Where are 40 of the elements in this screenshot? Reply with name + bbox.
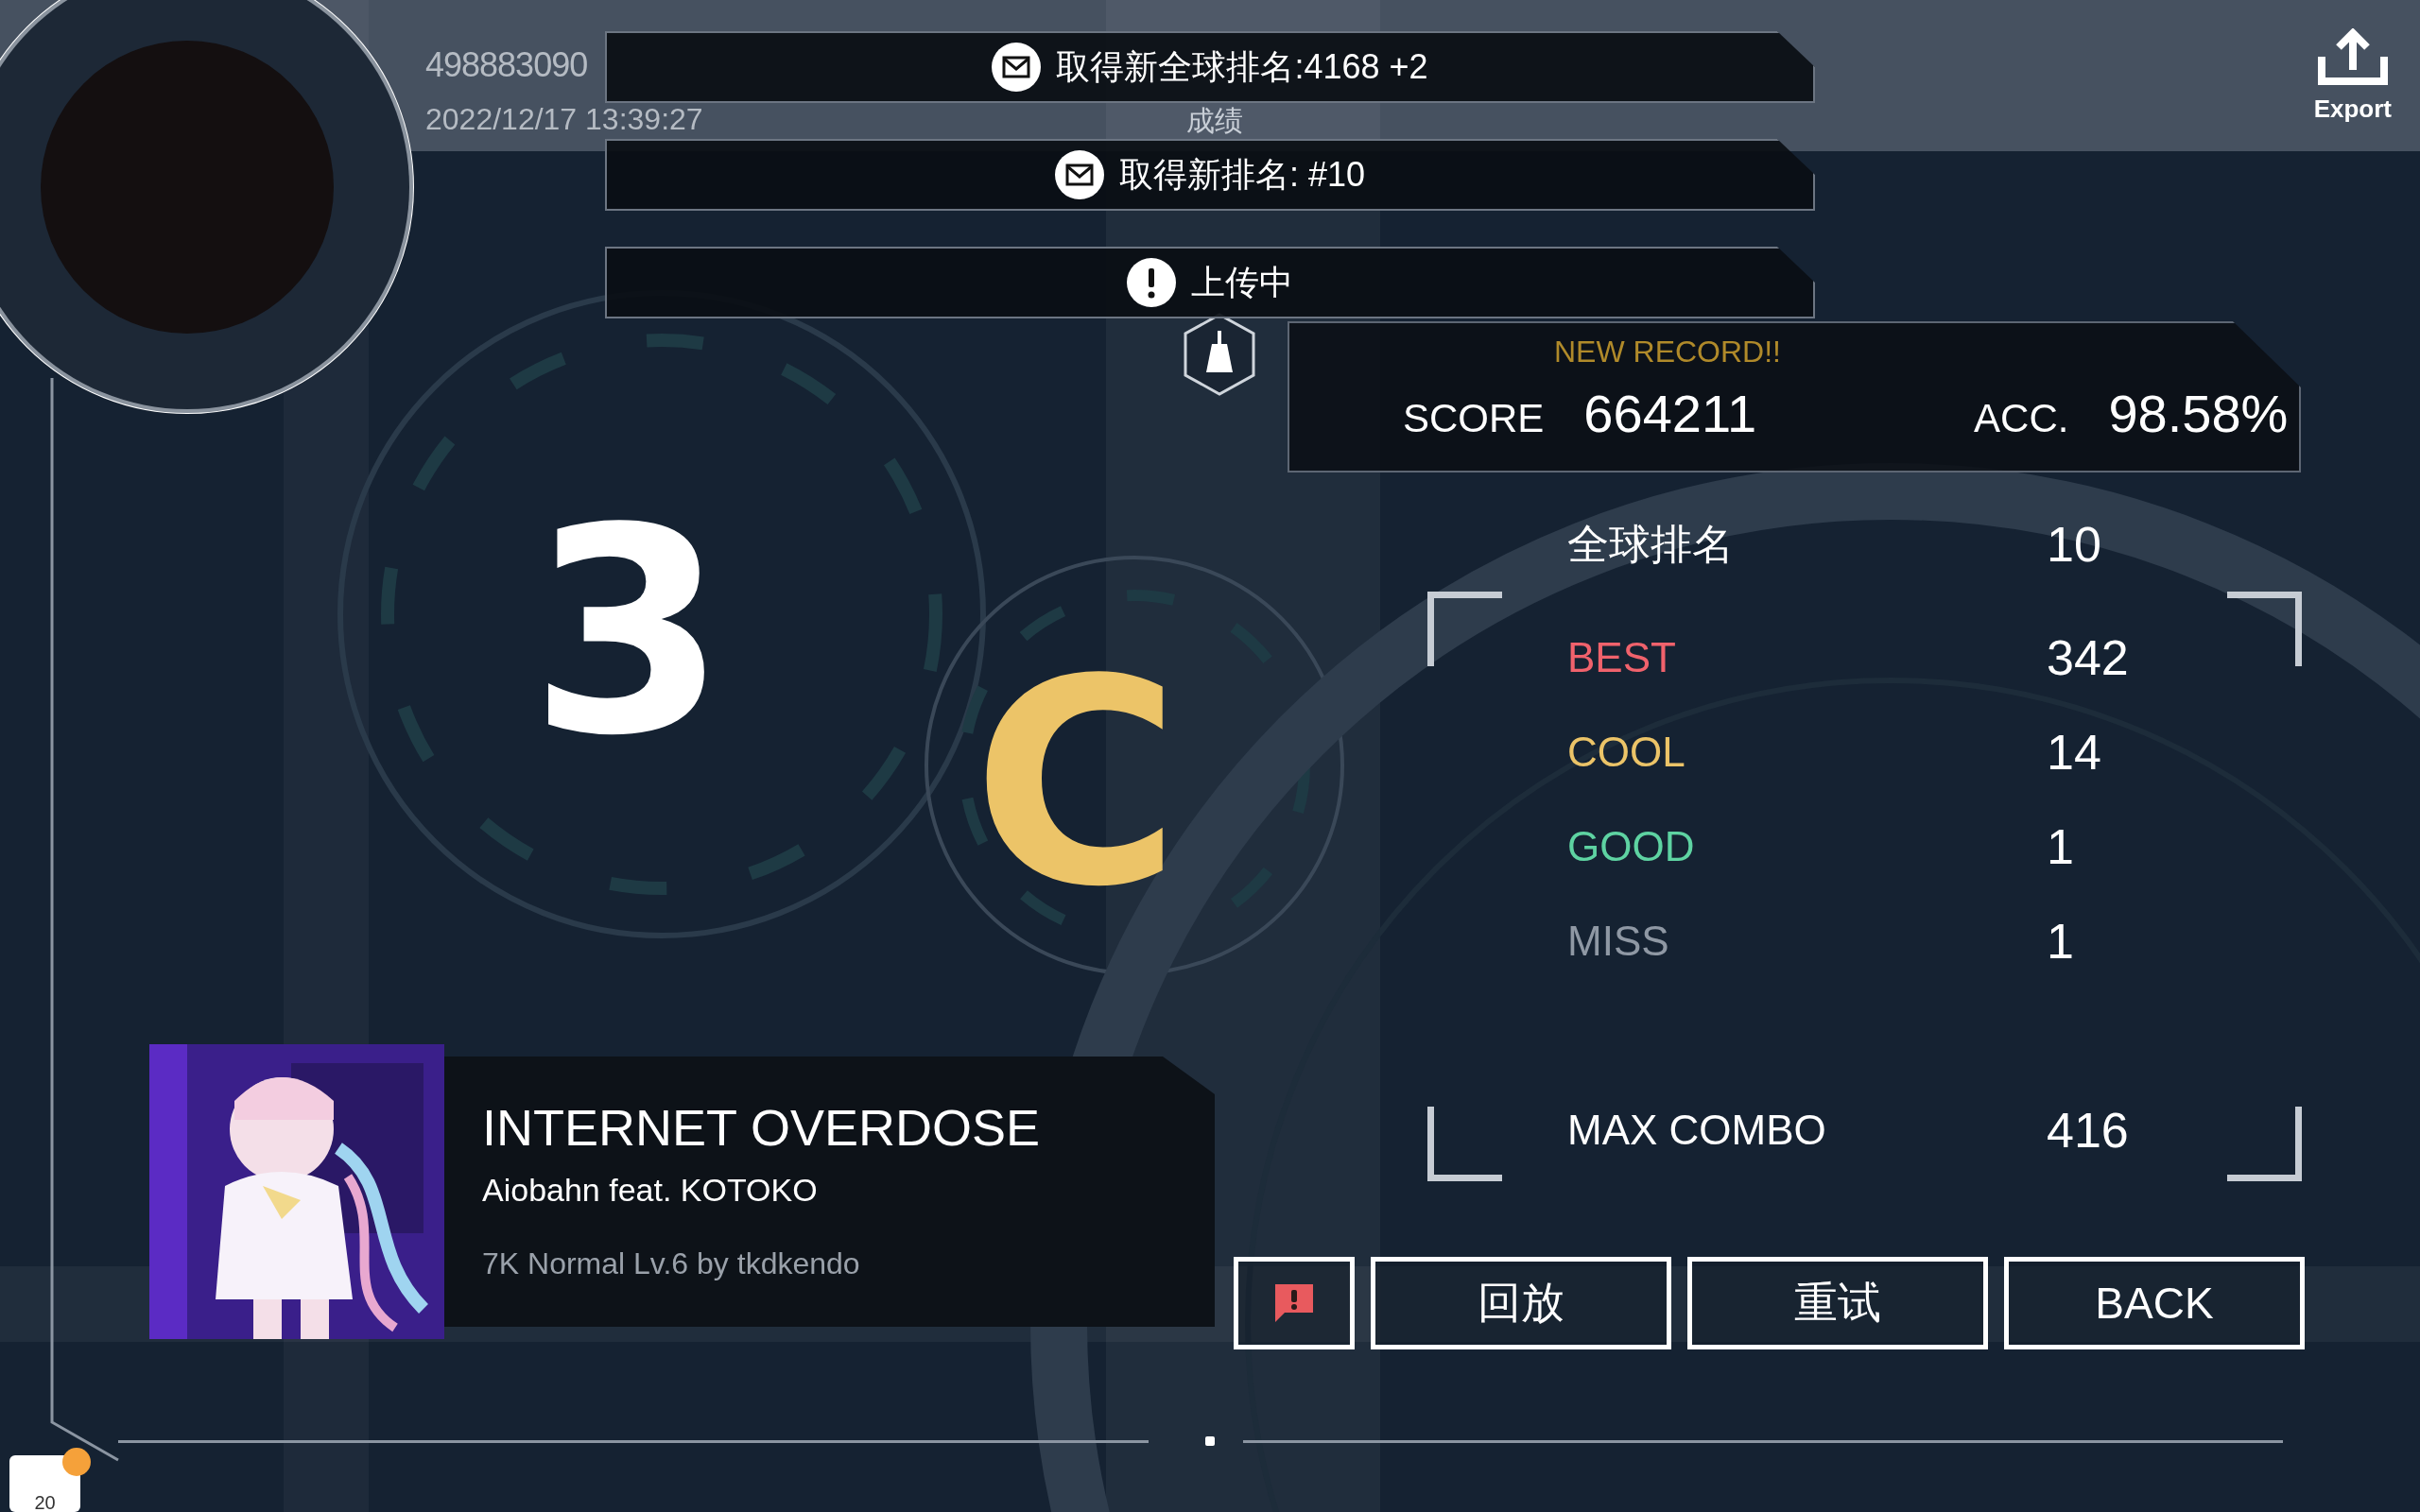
page-title: 成绩 (1186, 104, 1243, 138)
accuracy-value: 98.58% (2108, 383, 2289, 444)
alert-icon (1127, 258, 1176, 307)
stat-label: 全球排名 (1567, 519, 1735, 569)
grade-letter: C (972, 643, 1181, 926)
stat-label: MAX COMBO (1567, 1107, 1827, 1154)
action-button[interactable]: 重试 (1687, 1257, 1988, 1349)
notification-text: 上传中 (1191, 261, 1293, 303)
notification-text: 取得新全球排名:4168 +2 (1056, 45, 1428, 88)
accuracy-label: ACC. (1974, 396, 2069, 441)
stat-value: 14 (2047, 724, 2101, 781)
timestamp: 2022/12/17 13:39:27 (425, 102, 703, 137)
stat-value: 1 (2047, 818, 2074, 875)
grade-letter: 3 (529, 491, 727, 775)
chart-info: 7K Normal Lv.6 by tkdkendo (482, 1246, 861, 1281)
song-title: INTERNET OVERDOSE (482, 1098, 1042, 1157)
stat-value: 1 (2047, 913, 2074, 970)
upload-icon (2317, 28, 2388, 85)
score-value: 664211 (1583, 383, 1757, 444)
action-button[interactable]: 回放 (1371, 1257, 1671, 1349)
stat-label: GOOD (1567, 823, 1696, 870)
mail-icon (1054, 150, 1104, 199)
stat-label: COOL (1567, 729, 1686, 776)
new-record-label: NEW RECORD!! (1554, 335, 1782, 369)
stat-label: MISS (1567, 918, 1670, 965)
user-id: 498883090 (425, 45, 589, 85)
action-button[interactable]: BACK (2004, 1257, 2305, 1349)
export-button[interactable]: Export (2313, 28, 2392, 132)
mail-icon (992, 43, 1042, 92)
stat-value: 416 (2047, 1102, 2129, 1159)
page-indicator (1205, 1436, 1215, 1446)
stat-label: BEST (1567, 634, 1677, 681)
notification-text: 取得新排名: #10 (1118, 153, 1366, 196)
chat-button[interactable]: 20 (9, 1455, 80, 1512)
stat-value: 10 (2047, 516, 2101, 573)
song-artist: Aiobahn feat. KOTOKO (482, 1172, 819, 1209)
score-label: SCORE (1403, 396, 1545, 441)
stat-value: 342 (2047, 629, 2129, 686)
report-button[interactable] (1234, 1257, 1355, 1349)
notification-dot (62, 1448, 91, 1476)
